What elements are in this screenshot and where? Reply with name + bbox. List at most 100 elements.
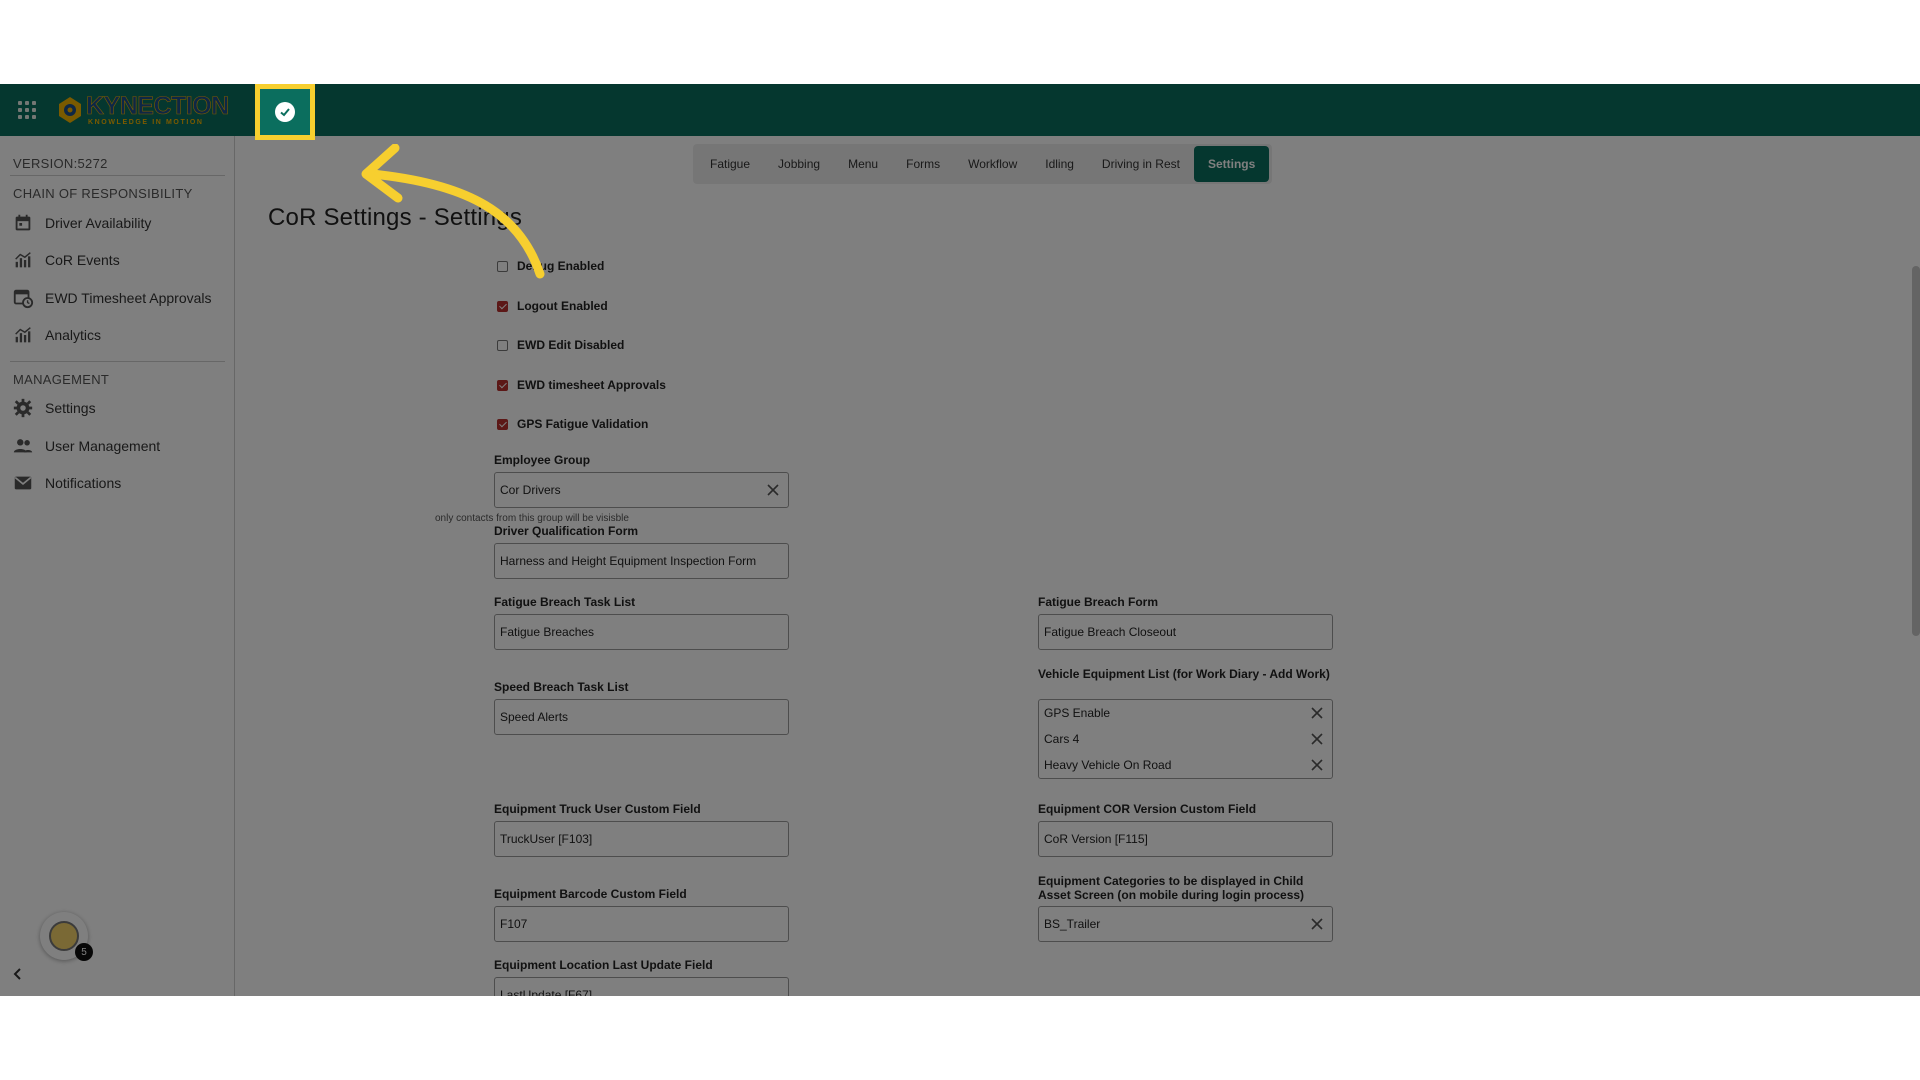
equipment-barcode-value: F107 (500, 917, 528, 931)
selected-option: GPS Enable (1039, 700, 1332, 726)
remove-icon[interactable] (1310, 758, 1324, 772)
tab-driving-in-rest[interactable]: Driving in Rest (1088, 146, 1194, 182)
fatigue-breach-form-label: Fatigue Breach Form (1038, 595, 1159, 609)
equipment-truck-user-value: TruckUser [F103] (500, 832, 593, 846)
remove-icon[interactable] (1310, 732, 1324, 746)
checkbox-label: EWD timesheet Approvals (517, 378, 666, 392)
apps-grid-icon[interactable] (18, 101, 36, 119)
sidebar-item-ewd-timesheet-approvals[interactable]: EWD Timesheet Approvals (10, 283, 225, 313)
fatigue-breach-task-list-select[interactable]: Fatigue Breaches (494, 614, 789, 650)
app-window: KYNECTION KNOWLEDGE IN MOTION VERSION:52… (0, 84, 1920, 996)
checkbox-ewd-timesheet-approvals[interactable]: EWD timesheet Approvals (497, 375, 666, 395)
equipment-barcode-label: Equipment Barcode Custom Field (494, 887, 687, 901)
collapse-sidebar-button[interactable] (0, 956, 36, 992)
sidebar-item-driver-availability[interactable]: Driver Availability (10, 208, 225, 238)
sidebar-item-label: EWD Timesheet Approvals (45, 290, 212, 306)
sidebar-item-notifications[interactable]: Notifications (10, 468, 225, 498)
checkbox-gps-fatigue-validation[interactable]: GPS Fatigue Validation (497, 414, 648, 434)
checkbox-box[interactable] (497, 260, 508, 272)
clear-icon[interactable] (766, 483, 780, 497)
checkbox-box[interactable] (497, 379, 508, 391)
tab-forms[interactable]: Forms (892, 146, 954, 182)
driver-qualification-form-label: Driver Qualification Form (494, 524, 639, 538)
logo-name: KYNECTION (86, 92, 230, 120)
selected-option: Heavy Vehicle On Road (1039, 752, 1332, 778)
version-label: VERSION:5272 (13, 156, 108, 171)
sidebar-item-cor-events[interactable]: CoR Events (10, 245, 225, 275)
remove-icon[interactable] (1310, 706, 1324, 720)
chevron-left-icon (13, 968, 21, 980)
selected-option: Cars 4 (1039, 726, 1332, 752)
kynection-logo[interactable]: KYNECTION KNOWLEDGE IN MOTION (58, 92, 230, 127)
employee-group-value: Cor Drivers (500, 483, 561, 497)
users-icon (13, 439, 33, 453)
equipment-barcode-select[interactable]: F107 (494, 906, 789, 942)
analytics-icon (15, 327, 31, 343)
equipment-categories-value: BS_Trailer (1044, 917, 1101, 931)
tab-settings[interactable]: Settings (1193, 146, 1270, 182)
equipment-cor-version-label: Equipment COR Version Custom Field (1038, 802, 1257, 816)
driver-qualification-form-select[interactable]: Harness and Height Equipment Inspection … (494, 543, 789, 579)
sidebar-item-analytics[interactable]: Analytics (10, 320, 225, 350)
sidebar-item-label: Notifications (45, 475, 122, 491)
sidebar-item-user-management[interactable]: User Management (10, 431, 225, 461)
mail-icon (14, 476, 32, 490)
checkbox-label: Debug Enabled (517, 259, 605, 273)
employee-group-label: Employee Group (494, 453, 591, 467)
logo-mark-icon (58, 96, 82, 124)
fatigue-breach-task-list-label: Fatigue Breach Task List (494, 595, 636, 609)
fatigue-breach-form-value: Fatigue Breach Closeout (1044, 625, 1177, 639)
publish-button[interactable] (255, 84, 315, 140)
employee-group-select[interactable]: Cor Drivers (494, 472, 789, 508)
sidebar-divider (10, 175, 225, 176)
check-circle-icon (275, 102, 295, 122)
sidebar-item-label: CoR Events (45, 252, 120, 268)
sidebar-item-label: Driver Availability (45, 215, 152, 231)
tab-jobbing[interactable]: Jobbing (764, 146, 834, 182)
equipment-cor-version-select[interactable]: CoR Version [F115] (1038, 821, 1333, 857)
option-label: Heavy Vehicle On Road (1044, 758, 1172, 772)
vertical-scrollbar[interactable] (1912, 266, 1920, 636)
timesheet-icon (13, 289, 34, 309)
tab-idling[interactable]: Idling (1031, 146, 1088, 182)
equipment-categories-select[interactable]: BS_Trailer (1038, 906, 1333, 942)
checkbox-ewd-edit-disabled[interactable]: EWD Edit Disabled (497, 335, 624, 355)
fatigue-breach-task-list-value: Fatigue Breaches (500, 625, 595, 639)
notification-count-badge: 5 (75, 943, 93, 961)
speed-breach-task-list-value: Speed Alerts (500, 710, 569, 724)
equipment-truck-user-select[interactable]: TruckUser [F103] (494, 821, 789, 857)
chart-icon (15, 252, 31, 268)
checkbox-label: EWD Edit Disabled (517, 338, 625, 352)
clear-icon[interactable] (1310, 917, 1324, 931)
tab-fatigue[interactable]: Fatigue (696, 146, 764, 182)
equipment-location-last-update-value: LastUpdate [F67] (500, 988, 593, 996)
checkbox-box[interactable] (497, 339, 508, 351)
sidebar-item-settings[interactable]: Settings (10, 393, 225, 423)
fatigue-breach-form-select[interactable]: Fatigue Breach Closeout (1038, 614, 1333, 650)
checkbox-box[interactable] (497, 300, 508, 312)
checkbox-box[interactable] (497, 418, 508, 430)
option-label: Cars 4 (1044, 732, 1080, 746)
equipment-cor-version-value: CoR Version [F115] (1044, 832, 1148, 846)
checkbox-label: GPS Fatigue Validation (517, 417, 649, 431)
speed-breach-task-list-label: Speed Breach Task List (494, 680, 629, 694)
tab-workflow[interactable]: Workflow (954, 146, 1031, 182)
checkbox-logout-enabled[interactable]: Logout Enabled (497, 296, 608, 316)
driver-qualification-form-value: Harness and Height Equipment Inspection … (500, 554, 757, 568)
logo-tagline: KNOWLEDGE IN MOTION (88, 119, 204, 126)
equipment-location-last-update-select[interactable]: LastUpdate [F67] (494, 977, 789, 996)
equipment-categories-label: Equipment Categories to be displayed in … (1038, 874, 1305, 902)
section-chain-of-responsibility: CHAIN OF RESPONSIBILITY (13, 186, 193, 201)
settings-tabs: Fatigue Jobbing Menu Forms Workflow Idli… (693, 144, 1273, 184)
section-management: MANAGEMENT (13, 372, 110, 387)
checkbox-label: Logout Enabled (517, 299, 608, 313)
checkbox-debug-enabled[interactable]: Debug Enabled (497, 256, 604, 276)
option-label: GPS Enable (1044, 706, 1111, 720)
gear-icon (13, 398, 33, 418)
speed-breach-task-list-select[interactable]: Speed Alerts (494, 699, 789, 735)
vehicle-equipment-list-multiselect[interactable]: GPS Enable Cars 4 Heavy Vehicle On Road (1038, 699, 1333, 779)
tab-menu[interactable]: Menu (834, 146, 892, 182)
vehicle-equipment-list-label: Vehicle Equipment List (for Work Diary -… (1038, 667, 1330, 681)
avatar (49, 921, 79, 951)
sidebar-item-label: User Management (45, 438, 161, 454)
